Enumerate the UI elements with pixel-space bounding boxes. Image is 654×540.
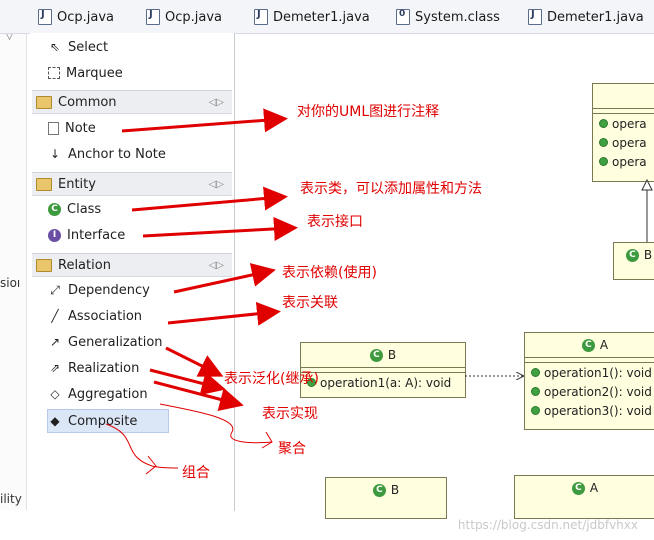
watermark-text: https://blog.csdn.net/jdbfvhxx	[457, 518, 638, 532]
annotation-curve-composite	[105, 423, 179, 469]
annotation-aggregation: 聚合	[278, 441, 306, 457]
annotation-generalization: 表示泛化(继承)	[224, 371, 319, 387]
annotation-class: 表示类，可以添加属性和方法	[300, 181, 482, 197]
annotation-association: 表示关联	[282, 295, 338, 311]
generalization-arrowhead	[641, 178, 653, 191]
annotation-interface: 表示接口	[307, 214, 363, 230]
annotation-arrow-note	[121, 108, 288, 133]
annotation-arrow-realization	[149, 368, 226, 396]
annotation-composite: 组合	[182, 465, 210, 481]
annotation-curve-aggregation	[159, 403, 273, 444]
annotation-arrow-generalization	[165, 346, 224, 377]
annotation-arrow-association	[167, 301, 281, 326]
annotation-arrow-class	[131, 186, 288, 212]
annotation-realization: 表示实现	[262, 406, 318, 422]
annotation-arrow-dependency	[173, 263, 276, 294]
annotation-arrow-interface	[142, 216, 298, 241]
annotation-dependency: 表示依赖(使用)	[282, 265, 377, 281]
annotation-note: 对你的UML图进行注释	[297, 104, 440, 120]
